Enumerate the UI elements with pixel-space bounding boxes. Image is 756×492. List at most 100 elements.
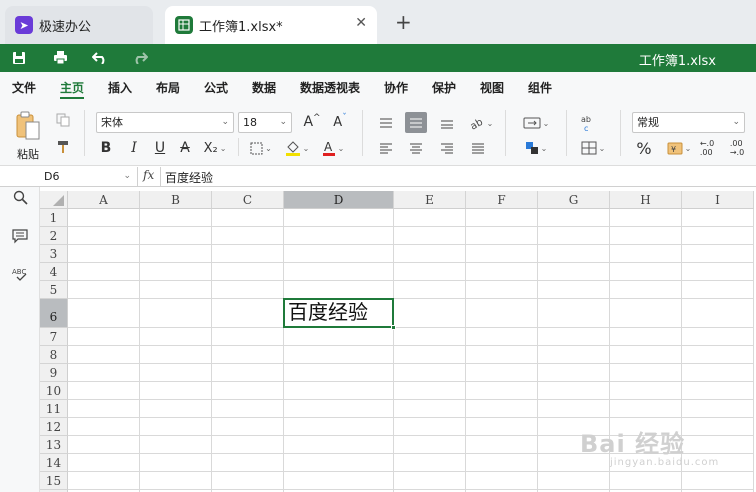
row-header-13[interactable]: 13 (40, 436, 68, 454)
comment-icon[interactable] (11, 227, 29, 245)
grid-column-line (465, 209, 466, 492)
row-header-10[interactable]: 10 (40, 382, 68, 400)
font-name-select[interactable]: 宋体 ⌄ (96, 112, 234, 133)
menu-file[interactable]: 文件 (12, 79, 36, 96)
menu-data[interactable]: 数据 (252, 79, 276, 96)
grid-row-line (68, 399, 754, 400)
add-tab-icon[interactable]: + (395, 12, 412, 32)
menu-insert[interactable]: 插入 (108, 79, 132, 96)
row-header-4[interactable]: 4 (40, 263, 68, 281)
merge-cells-icon[interactable]: ⌄ (520, 113, 552, 133)
row-header-5[interactable]: 5 (40, 281, 68, 299)
column-header-g[interactable]: G (538, 191, 610, 209)
row-header-2[interactable]: 2 (40, 227, 68, 245)
undo-icon[interactable] (91, 49, 109, 67)
ribbon-separator (362, 110, 363, 156)
row-header-15[interactable]: 15 (40, 472, 68, 490)
row-header-11[interactable]: 11 (40, 400, 68, 418)
menu-formula[interactable]: 公式 (204, 79, 228, 96)
menu-pivot[interactable]: 数据透视表 (300, 79, 360, 96)
formula-input[interactable]: 百度经验 (165, 169, 213, 186)
search-icon[interactable] (11, 188, 29, 206)
active-cell[interactable]: 百度经验 (283, 298, 394, 328)
column-header-a[interactable]: A (68, 191, 140, 209)
bold-button[interactable]: B (98, 138, 114, 158)
paste-icon[interactable] (12, 110, 44, 142)
text-orientation-icon[interactable]: ab ⌄ (466, 113, 496, 133)
column-header-c[interactable]: C (212, 191, 284, 209)
menu-collab[interactable]: 协作 (384, 79, 408, 96)
currency-icon[interactable]: ¥ ⌄ (664, 138, 694, 158)
italic-button[interactable]: I (126, 138, 142, 158)
justify-icon[interactable] (468, 138, 488, 158)
fill-color-icon[interactable]: ⌄ (282, 138, 312, 158)
align-middle-icon[interactable] (405, 112, 427, 133)
chevron-down-icon: ⌄ (279, 117, 287, 127)
row-header-7[interactable]: 7 (40, 328, 68, 346)
menu-home[interactable]: 主页 (60, 79, 84, 96)
increase-font-icon[interactable]: A ^ (302, 113, 322, 131)
menu-component[interactable]: 组件 (528, 79, 552, 96)
document-title: 工作簿1.xlsx (638, 54, 716, 69)
print-icon[interactable] (51, 49, 69, 67)
strikethrough-button[interactable]: A (177, 138, 193, 158)
name-box[interactable]: D6 ⌄ (40, 167, 138, 186)
subscript-button[interactable]: X₂ ⌄ (203, 138, 227, 158)
insert-delete-icon[interactable]: ⌄ (578, 138, 608, 158)
decrease-decimal-icon[interactable]: .00 →.0 (726, 138, 748, 158)
grid-column-line (393, 209, 394, 492)
row-header-12[interactable]: 12 (40, 418, 68, 436)
chevron-down-icon: ⌄ (123, 171, 131, 181)
row-header-3[interactable]: 3 (40, 245, 68, 263)
ribbon-separator (620, 110, 621, 156)
save-icon[interactable] (10, 49, 28, 67)
cell-style-icon[interactable]: ⌄ (520, 138, 552, 158)
decrease-font-icon[interactable]: Aˇ (330, 113, 350, 131)
percent-button[interactable]: % (634, 138, 654, 158)
function-icon[interactable]: fx (143, 168, 154, 182)
font-size-select[interactable]: 18 ⌄ (238, 112, 292, 133)
grid-row-line (68, 489, 754, 490)
menu-view[interactable]: 视图 (480, 79, 504, 96)
wrap-text-icon[interactable]: ab c (578, 112, 598, 134)
column-header-h[interactable]: H (610, 191, 682, 209)
grid-column-line (139, 209, 140, 492)
align-center-icon[interactable] (406, 138, 426, 158)
close-icon[interactable]: ✕ (355, 15, 367, 31)
align-right-icon[interactable] (437, 138, 457, 158)
menu-layout[interactable]: 布局 (156, 79, 180, 96)
font-color-icon[interactable]: A ⌄ (318, 138, 348, 158)
row-header-6[interactable]: 6 (40, 299, 68, 328)
menu-bar: 文件 主页 插入 布局 公式 数据 数据透视表 协作 保护 视图 组件 (0, 72, 756, 100)
row-header-8[interactable]: 8 (40, 346, 68, 364)
redo-icon[interactable] (131, 49, 149, 67)
baidu-watermark: Bai 经验 jingyan.baidu.com (580, 424, 719, 468)
increase-decimal-icon[interactable]: ←.0.00 (697, 138, 717, 158)
borders-icon[interactable]: ⌄ (248, 138, 274, 158)
column-header-e[interactable]: E (394, 191, 466, 209)
tab-home-app[interactable]: ➤ 极速办公 (5, 6, 153, 44)
format-painter-icon[interactable] (54, 138, 72, 156)
select-all-corner[interactable] (40, 191, 68, 209)
column-header-i[interactable]: I (682, 191, 754, 209)
column-header-d[interactable]: D (284, 191, 394, 209)
align-left-icon[interactable] (376, 138, 396, 158)
align-bottom-icon[interactable] (437, 113, 457, 133)
number-format-select[interactable]: 常规 ⌄ (632, 112, 745, 133)
row-header-14[interactable]: 14 (40, 454, 68, 472)
copy-icon[interactable] (54, 111, 72, 129)
ribbon-separator (238, 138, 239, 156)
column-header-b[interactable]: B (140, 191, 212, 209)
ribbon-toolbar: 粘贴 宋体 ⌄ 18 ⌄ A ^ Aˇ B I U A X₂ ⌄ ⌄ ⌄ A ⌄ ab… (0, 100, 756, 166)
align-top-icon[interactable] (376, 113, 396, 133)
grid-row-line (68, 226, 754, 227)
column-header-f[interactable]: F (466, 191, 538, 209)
underline-button[interactable]: U (152, 138, 168, 158)
tab-workbook[interactable]: 工作簿1.xlsx* ✕ (165, 6, 377, 44)
row-header-9[interactable]: 9 (40, 364, 68, 382)
spellcheck-icon[interactable]: ABC (11, 265, 29, 283)
fill-handle[interactable] (391, 325, 396, 330)
row-header-1[interactable]: 1 (40, 209, 68, 227)
svg-text:A: A (324, 140, 333, 154)
menu-protect[interactable]: 保护 (432, 79, 456, 96)
